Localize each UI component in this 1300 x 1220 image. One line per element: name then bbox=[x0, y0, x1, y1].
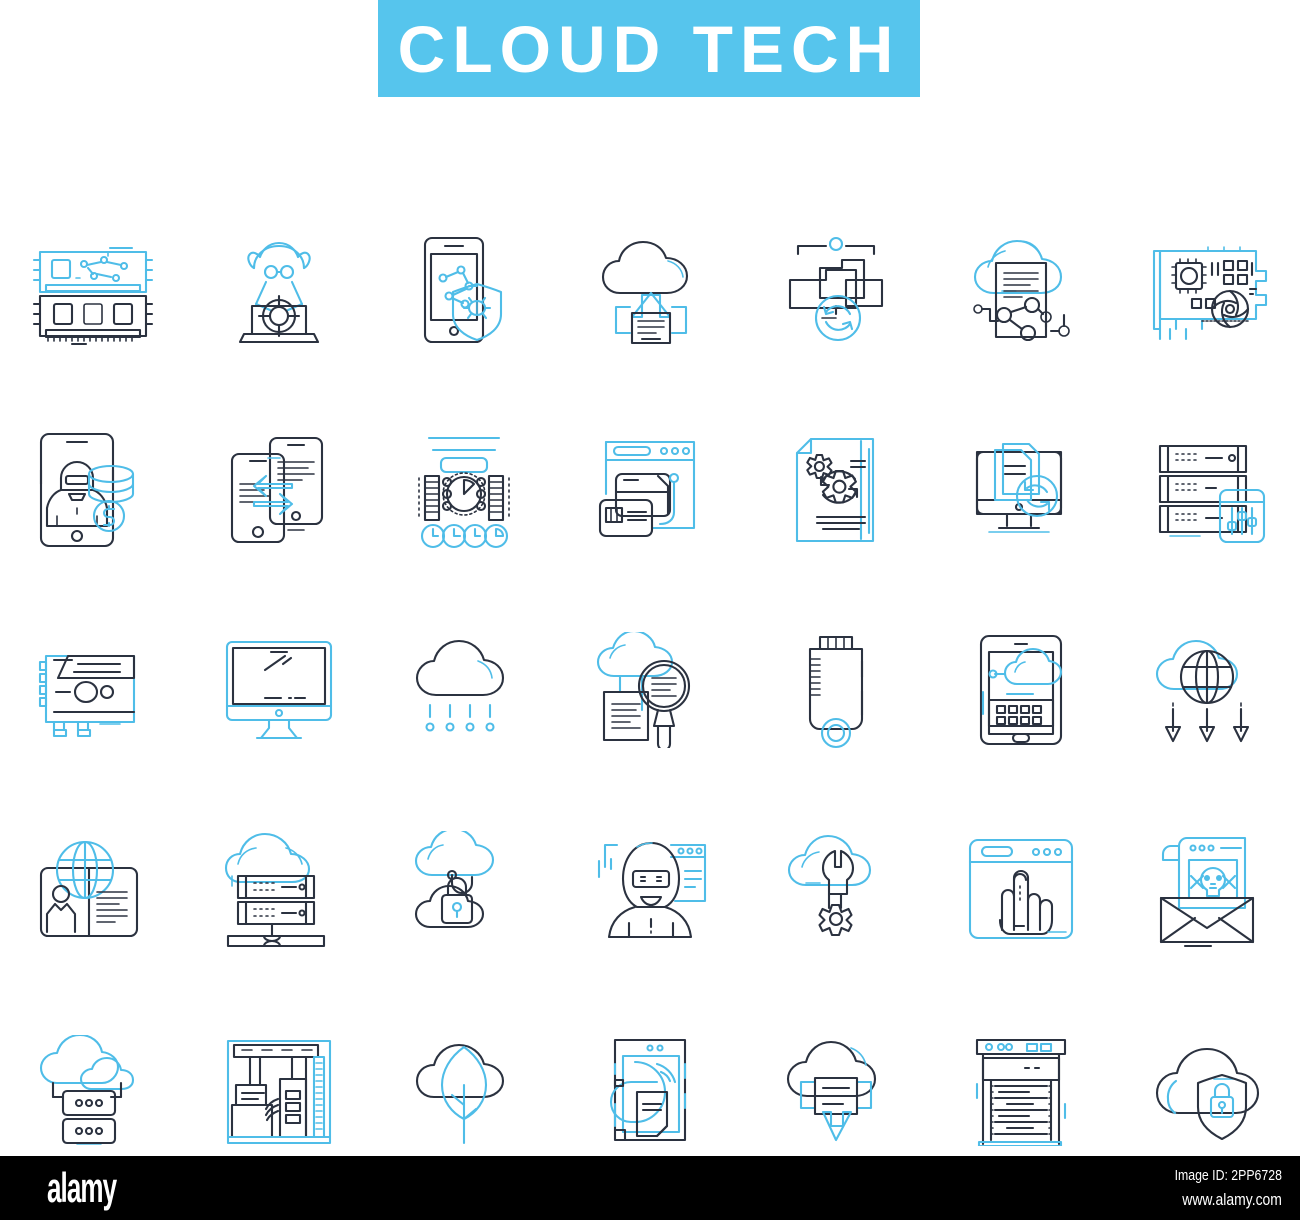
ram-memory-module-icon bbox=[32, 246, 153, 346]
cloud-server-rack-icon bbox=[224, 832, 325, 948]
malware-email-icon bbox=[1159, 836, 1255, 948]
hacker-browser-icon bbox=[597, 841, 706, 939]
icon-cell-malware-email[interactable] bbox=[1114, 790, 1300, 990]
icon-cell-usb-flash-drive[interactable] bbox=[743, 590, 929, 790]
server-cabinet-icon bbox=[976, 1038, 1067, 1146]
icon-cell-mobile-security-bug[interactable] bbox=[371, 190, 557, 390]
cloud-shield-lock-icon bbox=[1155, 1047, 1260, 1141]
cloud-storage-stack-icon bbox=[39, 1035, 134, 1145]
icon-cell-ram-memory-module[interactable] bbox=[0, 190, 186, 390]
icon-cell-document-gears-process[interactable] bbox=[743, 390, 929, 590]
icon-cell-cloud-server-rack[interactable] bbox=[186, 790, 372, 990]
banner-watermark-text: a bbox=[998, 9, 1027, 103]
server-settings-icon bbox=[1158, 444, 1266, 544]
browser-touch-gesture-icon bbox=[969, 838, 1074, 940]
folder-sync-icon bbox=[788, 236, 883, 342]
phone-data-transfer-icon bbox=[230, 436, 323, 544]
icon-cell-browser-touch-gesture[interactable] bbox=[928, 790, 1114, 990]
icon-cell-phone-data-transfer[interactable] bbox=[186, 390, 372, 590]
cloud-rain-data-icon bbox=[416, 639, 505, 732]
image-id-label: Image ID: 2PP6728 bbox=[1174, 1167, 1282, 1184]
cloud-document-search-icon bbox=[596, 632, 690, 748]
desktop-monitor-icon bbox=[225, 640, 332, 740]
icon-cell-analytics-dashboard[interactable] bbox=[371, 390, 557, 590]
icon-cell-cloud-document-search[interactable] bbox=[557, 590, 743, 790]
icon-cell-cloud-lock-security[interactable] bbox=[371, 790, 557, 990]
icon-cell-global-cloud-download[interactable] bbox=[1114, 590, 1300, 790]
icon-cell-hacker-spy-laptop[interactable] bbox=[186, 190, 372, 390]
alamy-url-label: www.alamy.com bbox=[1182, 1190, 1282, 1209]
usb-flash-drive-icon bbox=[808, 635, 863, 749]
hacker-spy-laptop-icon bbox=[238, 241, 319, 344]
icon-grid bbox=[0, 190, 1300, 1190]
watermark-footer: alamy Image ID: 2PP6728 www.alamy.com bbox=[0, 1156, 1300, 1220]
footer-meta: Image ID: 2PP6728 www.alamy.com bbox=[1175, 1165, 1282, 1212]
global-user-profile-icon bbox=[39, 840, 138, 938]
desktop-file-sync-icon bbox=[976, 442, 1063, 533]
icon-cell-tablet-cloud-keyboard[interactable] bbox=[928, 590, 1114, 790]
global-cloud-download-icon bbox=[1155, 639, 1250, 743]
analytics-dashboard-icon bbox=[418, 436, 511, 549]
mobile-ransomware-icon bbox=[39, 432, 134, 548]
page-title: CLOUD TECH bbox=[397, 11, 901, 86]
online-card-payment-icon bbox=[598, 440, 695, 538]
icon-cell-gpu-video-card[interactable] bbox=[0, 590, 186, 790]
gpu-video-card-icon bbox=[38, 654, 135, 738]
cloud-energy-leaf-icon bbox=[416, 1043, 505, 1145]
hard-disk-drive-icon bbox=[609, 1038, 686, 1142]
cloud-download-file-icon bbox=[786, 1040, 876, 1142]
document-gears-process-icon bbox=[795, 437, 874, 543]
icon-cell-hacker-browser[interactable] bbox=[557, 790, 743, 990]
cloud-upload-document-icon bbox=[601, 240, 688, 345]
icon-cell-global-user-profile[interactable] bbox=[0, 790, 186, 990]
icon-cell-graphics-card-chip[interactable] bbox=[1114, 190, 1300, 390]
data-center-interior-icon bbox=[226, 1039, 331, 1145]
icon-cell-mobile-ransomware[interactable] bbox=[0, 390, 186, 590]
cloud-maintenance-icon bbox=[787, 834, 871, 937]
icon-cell-cloud-maintenance[interactable] bbox=[743, 790, 929, 990]
icon-cell-cloud-rain-data[interactable] bbox=[371, 590, 557, 790]
icon-sheet: a CLOUD TECH alamy Image ID: 2PP6728 www… bbox=[0, 0, 1300, 1220]
icon-cell-server-settings[interactable] bbox=[1114, 390, 1300, 590]
cloud-lock-security-icon bbox=[415, 831, 495, 929]
title-banner: a CLOUD TECH bbox=[378, 0, 1026, 103]
graphics-card-chip-icon bbox=[1152, 246, 1268, 341]
mobile-security-bug-icon bbox=[424, 236, 503, 344]
icon-cell-cloud-upload-document[interactable] bbox=[557, 190, 743, 390]
cloud-document-network-icon bbox=[973, 239, 1071, 342]
icon-cell-desktop-monitor[interactable] bbox=[186, 590, 372, 790]
icon-cell-desktop-file-sync[interactable] bbox=[928, 390, 1114, 590]
alamy-logo: alamy bbox=[47, 1164, 117, 1211]
icon-cell-cloud-document-network[interactable] bbox=[928, 190, 1114, 390]
icon-cell-folder-sync[interactable] bbox=[743, 190, 929, 390]
tablet-cloud-keyboard-icon bbox=[980, 634, 1063, 746]
icon-cell-online-card-payment[interactable] bbox=[557, 390, 743, 590]
